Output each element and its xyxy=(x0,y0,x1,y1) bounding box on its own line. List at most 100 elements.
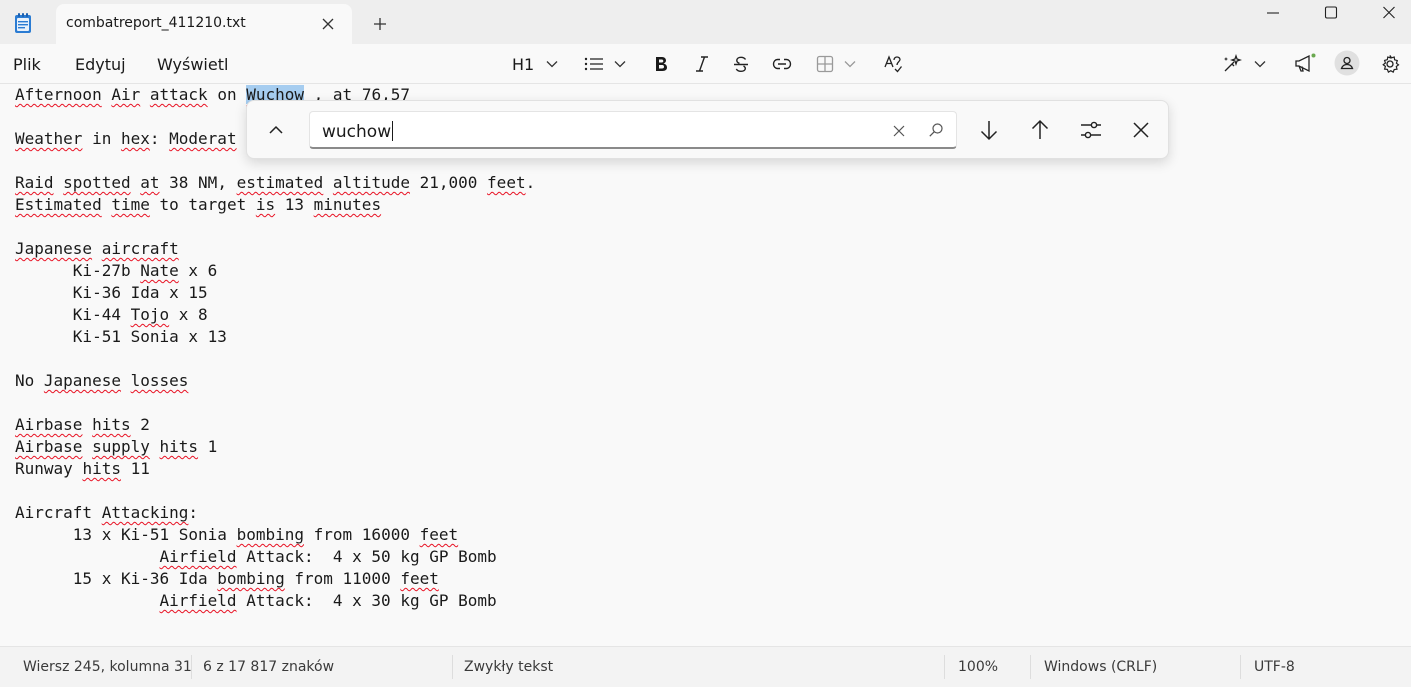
menu-edit[interactable]: Edytuj xyxy=(75,55,126,74)
settings-button[interactable] xyxy=(1380,52,1400,76)
text-run: : xyxy=(188,503,199,522)
text-run: 11 xyxy=(120,459,150,478)
search-icon[interactable] xyxy=(928,122,944,138)
misspelled-word: Air xyxy=(111,85,141,104)
table-dropdown[interactable] xyxy=(816,52,856,76)
heading-label: H1 xyxy=(512,54,535,74)
misspelled-word: minutes xyxy=(313,195,382,214)
find-options-button[interactable] xyxy=(1080,119,1102,141)
misspelled-word: Weather xyxy=(15,129,83,148)
tab-document[interactable]: combatreport_411210.txt xyxy=(56,4,352,44)
text-line: Ki-51 Sonia x 13 xyxy=(15,326,535,348)
text-run xyxy=(121,371,131,390)
find-previous-button[interactable] xyxy=(1029,119,1051,141)
text-run: : xyxy=(149,129,170,148)
account-icon xyxy=(1334,50,1360,76)
misspelled-word: time xyxy=(111,195,150,214)
status-divider xyxy=(1030,655,1031,679)
misspelled-word: bombing xyxy=(236,525,304,544)
text-run xyxy=(323,173,333,192)
text-line xyxy=(15,216,535,238)
text-run xyxy=(102,195,112,214)
menu-view[interactable]: Wyświetl xyxy=(157,55,228,74)
selection-count: 6 z 17 817 znaków xyxy=(203,659,335,675)
status-bar: Wiersz 245, kolumna 31 6 z 17 817 znaków… xyxy=(0,646,1411,687)
whats-new-button[interactable] xyxy=(1294,52,1316,76)
plus-icon[interactable] xyxy=(372,16,388,32)
close-window-button[interactable] xyxy=(1360,0,1411,30)
text-run: No xyxy=(15,371,44,390)
text-caret xyxy=(392,121,394,141)
chevron-up-icon[interactable] xyxy=(267,121,285,139)
find-input[interactable]: wuchow xyxy=(309,111,957,149)
bold-button[interactable] xyxy=(652,52,670,76)
text-run: from 11000 xyxy=(284,569,401,588)
link-button[interactable] xyxy=(772,52,792,76)
chevron-down-icon xyxy=(546,61,558,68)
misspelled-word: spotted xyxy=(63,173,131,192)
text-run: Runway xyxy=(15,459,83,478)
menu-file[interactable]: Plik xyxy=(13,55,41,74)
minimize-button[interactable] xyxy=(1244,0,1302,30)
find-next-button[interactable] xyxy=(978,119,1000,141)
misspelled-word: Estimated xyxy=(15,195,102,214)
link-icon xyxy=(772,58,792,70)
close-icon[interactable] xyxy=(320,16,336,32)
strikethrough-button[interactable] xyxy=(732,52,750,76)
zoom-level[interactable]: 100% xyxy=(958,659,998,675)
text-line: Airfield Attack: 4 x 50 kg GP Bomb xyxy=(15,546,535,568)
text-editor[interactable]: Afternoon Air attack on Wuchow , at 76,5… xyxy=(0,84,1411,646)
copilot-dropdown[interactable] xyxy=(1222,52,1266,76)
misspelled-word: supply xyxy=(92,437,150,456)
encoding[interactable]: UTF-8 xyxy=(1254,659,1295,675)
text-line: Japanese aircraft xyxy=(15,238,535,260)
list-dropdown[interactable] xyxy=(584,52,626,76)
text-line xyxy=(15,392,535,414)
italic-button[interactable] xyxy=(693,52,711,76)
misspelled-word: Airfield xyxy=(159,591,237,610)
clear-icon[interactable] xyxy=(892,123,906,137)
text-run: Attack: 4 x 30 kg GP Bomb xyxy=(236,591,497,610)
line-ending[interactable]: Windows (CRLF) xyxy=(1044,659,1157,675)
status-divider xyxy=(944,655,945,679)
misspelled-word: hex xyxy=(120,129,150,148)
italic-icon xyxy=(696,56,708,72)
text-line xyxy=(15,480,535,502)
maximize-button[interactable] xyxy=(1302,0,1360,30)
spellcheck-button[interactable] xyxy=(883,52,903,76)
text-line xyxy=(15,348,535,370)
text-run xyxy=(82,437,92,456)
text-run: Ki-27b xyxy=(15,261,141,280)
text-run xyxy=(150,437,160,456)
text-format[interactable]: Zwykły tekst xyxy=(464,659,553,675)
notepad-icon xyxy=(13,12,33,34)
misspelled-word: feet xyxy=(419,525,459,544)
text-run: . xyxy=(525,173,536,192)
bold-icon xyxy=(656,57,667,71)
document-text: Afternoon Air attack on Wuchow , at 76,5… xyxy=(15,84,535,612)
misspelled-word: losses xyxy=(130,371,189,390)
chevron-down-icon xyxy=(1254,61,1266,68)
megaphone-icon xyxy=(1295,53,1316,73)
maximize-icon xyxy=(1324,6,1338,19)
tab-title: combatreport_411210.txt xyxy=(66,15,246,31)
text-run xyxy=(82,415,92,434)
text-run: Ki-51 Sonia x 13 xyxy=(15,327,227,346)
text-run xyxy=(140,85,150,104)
misspelled-word: Attacking xyxy=(101,503,189,522)
account-button[interactable] xyxy=(1334,50,1360,76)
text-run xyxy=(54,173,64,192)
misspelled-word: altitude xyxy=(332,173,410,192)
text-run xyxy=(15,591,160,610)
copilot-icon xyxy=(1224,54,1242,72)
text-run: Ki-44 xyxy=(15,305,131,324)
misspelled-word: hits xyxy=(92,415,131,434)
text-run: 13 x Ki-51 Sonia xyxy=(15,525,237,544)
misspelled-word: hits xyxy=(159,437,199,456)
close-icon xyxy=(1133,122,1149,138)
heading-dropdown[interactable]: H1 xyxy=(512,52,558,76)
text-line: Runway hits 11 xyxy=(15,458,535,480)
close-find-button[interactable] xyxy=(1130,119,1152,141)
options-icon xyxy=(1081,121,1101,139)
cursor-position: Wiersz 245, kolumna 31 xyxy=(23,659,192,675)
